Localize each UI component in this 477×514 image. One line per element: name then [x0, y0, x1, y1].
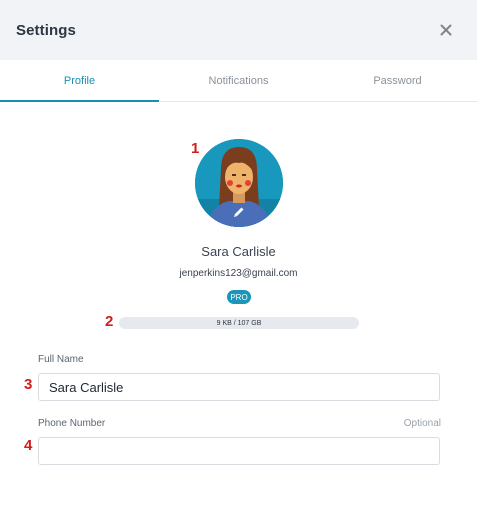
- annotation-marker-3: 3: [24, 376, 33, 393]
- settings-tabs: Profile Notifications Password: [0, 60, 477, 102]
- full-name-input[interactable]: [38, 373, 440, 401]
- annotation-marker-2: 2: [105, 313, 114, 330]
- tab-profile[interactable]: Profile: [0, 60, 159, 102]
- phone-optional-hint: Optional: [403, 418, 441, 429]
- annotation-marker-1: 1: [191, 140, 200, 157]
- storage-usage-bar: 9 KB / 107 GB: [119, 317, 359, 329]
- edit-avatar-button[interactable]: [232, 205, 246, 219]
- close-button[interactable]: [431, 15, 461, 45]
- settings-dialog: Settings Profile Notifications Password …: [0, 0, 477, 514]
- phone-number-label: Phone Number: [38, 418, 106, 429]
- dialog-header: Settings: [0, 0, 477, 60]
- full-name-label: Full Name: [38, 354, 84, 365]
- tab-password[interactable]: Password: [318, 60, 477, 101]
- plan-badge: PRO: [227, 290, 251, 304]
- tab-notifications[interactable]: Notifications: [159, 60, 318, 101]
- dialog-title: Settings: [16, 21, 76, 39]
- storage-usage-text: 9 KB / 107 GB: [216, 319, 262, 327]
- annotation-marker-4: 4: [24, 437, 33, 454]
- profile-name: Sara Carlisle: [201, 244, 276, 259]
- pencil-icon: [234, 207, 244, 217]
- phone-number-input[interactable]: [38, 437, 440, 465]
- close-icon: [440, 24, 452, 36]
- profile-email: jenperkins123@gmail.com: [179, 268, 298, 279]
